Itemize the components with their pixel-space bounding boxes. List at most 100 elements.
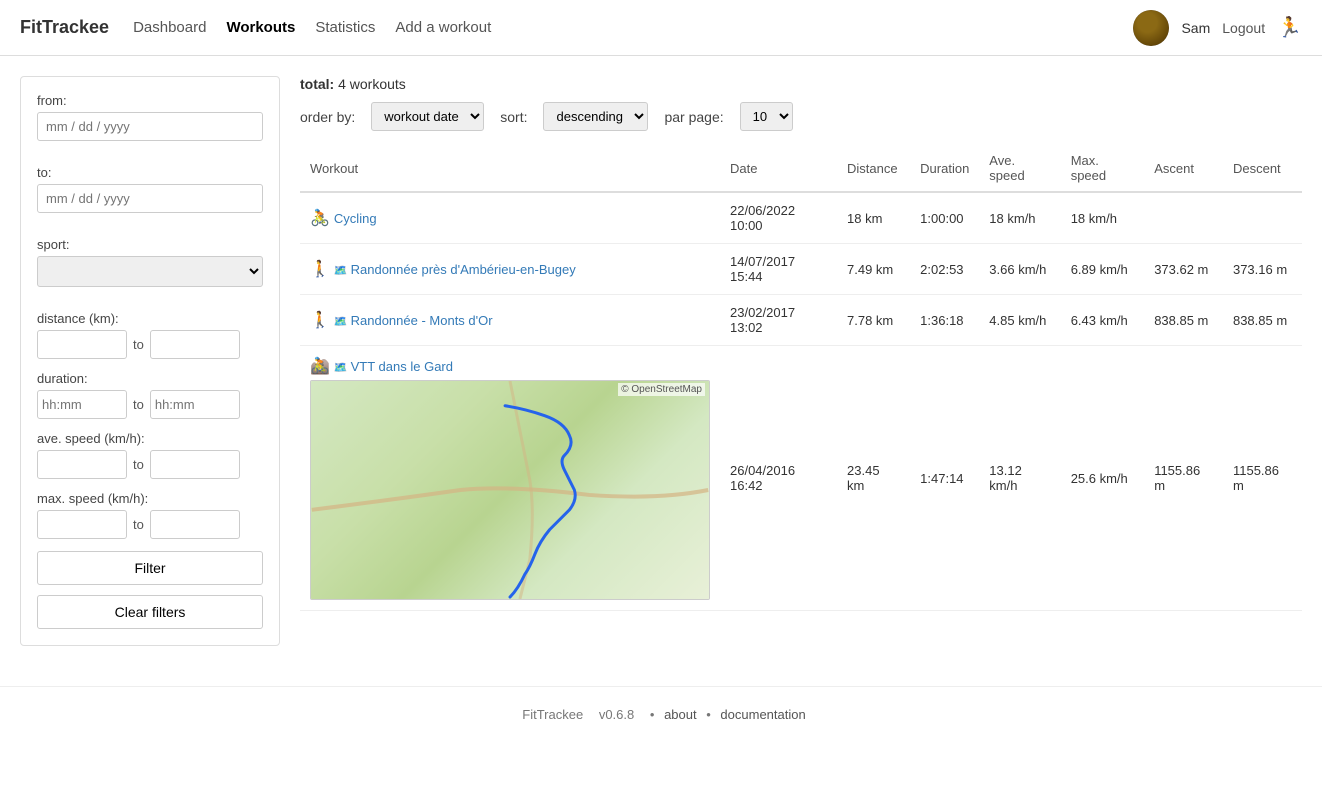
max_speed-cell-2: 6.43 km/h bbox=[1061, 295, 1145, 346]
distance-cell-2: 7.78 km bbox=[837, 295, 910, 346]
logout-button[interactable]: Logout bbox=[1222, 20, 1265, 36]
clear-filters-button[interactable]: Clear filters bbox=[37, 595, 263, 629]
to-input[interactable] bbox=[37, 184, 263, 213]
ave_speed-cell-0: 18 km/h bbox=[979, 192, 1060, 244]
sport-group: sport: Cycling Hiking Mountain Biking bbox=[37, 237, 263, 299]
descent-cell-0 bbox=[1223, 192, 1302, 244]
order-by-label: order by: bbox=[300, 109, 355, 125]
table-row: 🚴Cycling22/06/2022 10:0018 km1:00:0018 k… bbox=[300, 192, 1302, 244]
sport-select[interactable]: Cycling Hiking Mountain Biking bbox=[37, 256, 263, 287]
max-speed-range-row: to bbox=[37, 510, 263, 539]
main-layout: from: to: sport: Cycling Hiking Mountain… bbox=[0, 56, 1322, 666]
distance-to-label: to bbox=[133, 337, 144, 352]
workout-cell-0: 🚴 Cycling bbox=[300, 192, 720, 244]
content: total: 4 workouts order by: workout date… bbox=[300, 76, 1302, 646]
map-icon: 🗺️ bbox=[334, 316, 348, 328]
sport-label: sport: bbox=[37, 237, 263, 252]
from-label: from: bbox=[37, 93, 263, 108]
duration-from-input[interactable] bbox=[37, 390, 127, 419]
to-group: to: bbox=[37, 165, 263, 225]
ave-speed-to-input[interactable] bbox=[150, 450, 240, 479]
workout-link-2[interactable]: 🗺️Randonnée - Monts d'Or bbox=[334, 313, 493, 328]
max-speed-from-input[interactable] bbox=[37, 510, 127, 539]
max_speed-cell-3: 25.6 km/h bbox=[1061, 346, 1145, 611]
map-preview: © OpenStreetMap bbox=[310, 380, 710, 600]
avatar[interactable] bbox=[1133, 10, 1169, 46]
max-speed-label: max. speed (km/h): bbox=[37, 491, 263, 506]
table-header: Workout Date Distance Duration Ave. spee… bbox=[300, 145, 1302, 192]
duration-to-label: to bbox=[133, 397, 144, 412]
duration-range-row: to bbox=[37, 390, 263, 419]
sort-label: sort: bbox=[500, 109, 527, 125]
ascent-cell-1: 373.62 m bbox=[1144, 244, 1223, 295]
table-row: 🚵🗺️VTT dans le Gard© OpenStreetMap26/04/… bbox=[300, 346, 1302, 611]
nav-link-statistics[interactable]: Statistics bbox=[315, 19, 375, 36]
nav-link-dashboard[interactable]: Dashboard bbox=[133, 19, 206, 36]
filter-button[interactable]: Filter bbox=[37, 551, 263, 585]
distance-group: distance (km): to bbox=[37, 311, 263, 359]
ave-speed-group: ave. speed (km/h): to bbox=[37, 431, 263, 479]
sport-icon: 🚴 bbox=[310, 208, 330, 228]
sport-icon: 🚶 bbox=[310, 310, 330, 330]
total-label: total: bbox=[300, 76, 334, 92]
max-speed-to-label: to bbox=[133, 517, 144, 532]
ave_speed-cell-3: 13.12 km/h bbox=[979, 346, 1060, 611]
duration-cell-0: 1:00:00 bbox=[910, 192, 979, 244]
descent-cell-2: 838.85 m bbox=[1223, 295, 1302, 346]
col-ascent: Ascent bbox=[1144, 145, 1223, 192]
col-max-speed: Max. speed bbox=[1061, 145, 1145, 192]
footer-documentation-link[interactable]: documentation bbox=[720, 707, 805, 722]
footer-version: v0.6.8 bbox=[599, 707, 634, 722]
workout-cell-2: 🚶 🗺️Randonnée - Monts d'Or bbox=[300, 295, 720, 346]
ave-speed-to-label: to bbox=[133, 457, 144, 472]
nav-link-add-workout[interactable]: Add a workout bbox=[395, 19, 491, 36]
sort-select[interactable]: descending ascending bbox=[543, 102, 648, 131]
workout-cell-3: 🚵🗺️VTT dans le Gard© OpenStreetMap bbox=[300, 346, 720, 611]
duration-cell-1: 2:02:53 bbox=[910, 244, 979, 295]
date-cell-1: 14/07/2017 15:44 bbox=[720, 244, 837, 295]
distance-cell-3: 23.45 km bbox=[837, 346, 910, 611]
date-cell-3: 26/04/2016 16:42 bbox=[720, 346, 837, 611]
nav-brand[interactable]: FitTrackee bbox=[20, 17, 109, 38]
map-icon: 🗺️ bbox=[334, 265, 348, 277]
distance-from-input[interactable] bbox=[37, 330, 127, 359]
from-input[interactable] bbox=[37, 112, 263, 141]
col-date: Date bbox=[720, 145, 837, 192]
ave-speed-label: ave. speed (km/h): bbox=[37, 431, 263, 446]
col-duration: Duration bbox=[910, 145, 979, 192]
col-descent: Descent bbox=[1223, 145, 1302, 192]
duration-group: duration: to bbox=[37, 371, 263, 419]
workout-link-0[interactable]: Cycling bbox=[334, 211, 377, 226]
distance-range-row: to bbox=[37, 330, 263, 359]
descent-cell-3: 1155.86 m bbox=[1223, 346, 1302, 611]
table-header-row: Workout Date Distance Duration Ave. spee… bbox=[300, 145, 1302, 192]
table-row: 🚶 🗺️Randonnée près d'Ambérieu-en-Bugey 14/… bbox=[300, 244, 1302, 295]
footer-dot-1: • bbox=[650, 707, 655, 722]
workout-link-1[interactable]: 🗺️Randonnée près d'Ambérieu-en-Bugey bbox=[334, 262, 576, 277]
ave-speed-from-input[interactable] bbox=[37, 450, 127, 479]
workout-cell-1: 🚶 🗺️Randonnée près d'Ambérieu-en-Bugey bbox=[300, 244, 720, 295]
ave_speed-cell-1: 3.66 km/h bbox=[979, 244, 1060, 295]
max-speed-to-input[interactable] bbox=[150, 510, 240, 539]
workouts-table: Workout Date Distance Duration Ave. spee… bbox=[300, 145, 1302, 611]
distance-to-input[interactable] bbox=[150, 330, 240, 359]
per-page-label: par page: bbox=[664, 109, 723, 125]
duration-to-input[interactable] bbox=[150, 390, 240, 419]
date-cell-0: 22/06/2022 10:00 bbox=[720, 192, 837, 244]
footer-about-link[interactable]: about bbox=[664, 707, 697, 722]
ascent-cell-2: 838.85 m bbox=[1144, 295, 1223, 346]
workout-link-3[interactable]: 🗺️VTT dans le Gard bbox=[334, 359, 453, 374]
nav-right: Sam Logout 🏃 bbox=[1133, 10, 1302, 46]
table-body: 🚴Cycling22/06/2022 10:0018 km1:00:0018 k… bbox=[300, 192, 1302, 611]
per-page-select[interactable]: 10 20 50 bbox=[740, 102, 793, 131]
order-by-select[interactable]: workout date distance duration ave. spee… bbox=[371, 102, 484, 131]
nav-link-workouts[interactable]: Workouts bbox=[226, 19, 295, 36]
footer: FitTrackee v0.6.8 • about • documentatio… bbox=[0, 686, 1322, 742]
ave-speed-range-row: to bbox=[37, 450, 263, 479]
distance-cell-1: 7.49 km bbox=[837, 244, 910, 295]
duration-label: duration: bbox=[37, 371, 263, 386]
total-text: total: 4 workouts bbox=[300, 76, 1302, 92]
ascent-cell-3: 1155.86 m bbox=[1144, 346, 1223, 611]
sport-icon: 🚶 bbox=[310, 259, 330, 279]
date-cell-2: 23/02/2017 13:02 bbox=[720, 295, 837, 346]
